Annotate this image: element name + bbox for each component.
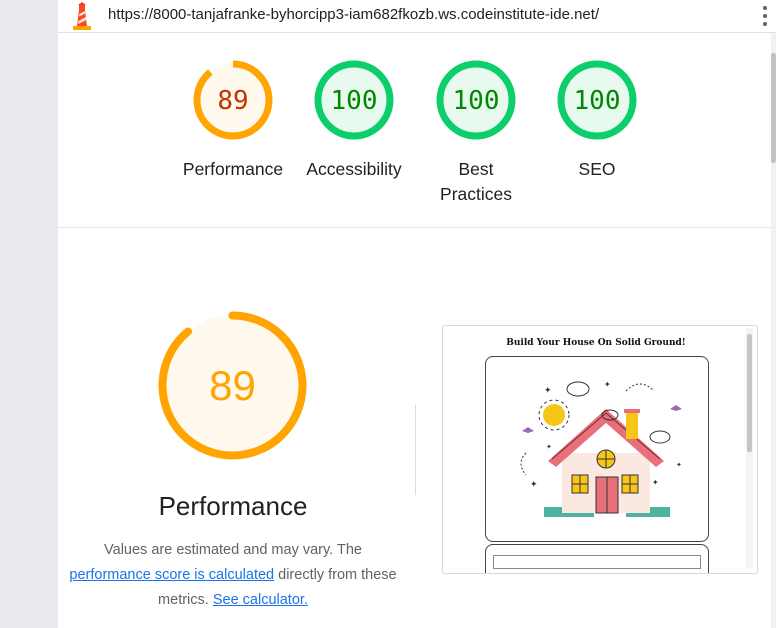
left-gutter [0, 0, 58, 628]
svg-text:✦: ✦ [604, 380, 611, 389]
gauges-row: 89 Performance 100 Accessibility 100 Bes… [58, 33, 774, 228]
report-topbar: https://8000-tanjafranke-byhorcipp3-iam6… [58, 0, 776, 33]
desc-text-3: metrics. [158, 592, 209, 608]
screenshot-card-2 [485, 544, 709, 573]
gauge-label: Performance [182, 159, 284, 179]
report-panel: 89 Performance 100 Accessibility 100 Bes… [58, 33, 775, 628]
svg-text:✦: ✦ [546, 443, 552, 451]
page-scrollbar[interactable] [771, 33, 776, 628]
gauge-ring: 100 [314, 60, 394, 140]
see-calculator-link[interactable]: See calculator. [213, 592, 308, 608]
screenshot-scrollbar[interactable] [746, 328, 753, 568]
svg-text:✦: ✦ [676, 461, 682, 469]
page-screenshot[interactable]: Build Your House On Solid Ground! ✦ ✦ ✦ … [442, 325, 758, 574]
gauge-ring: 89 [193, 60, 273, 140]
report-url[interactable]: https://8000-tanjafranke-byhorcipp3-iam6… [108, 6, 599, 23]
gauge-label: Best Practices [440, 159, 512, 204]
svg-text:✦: ✦ [652, 478, 659, 487]
lighthouse-logo-icon [73, 2, 91, 30]
performance-description: Values are estimated and may vary. The p… [58, 538, 408, 613]
screenshot-title: Build Your House On Solid Ground! [506, 338, 686, 348]
gauge-accessibility[interactable]: 100 Accessibility [294, 59, 414, 182]
performance-score-large: 89 [209, 362, 256, 409]
more-vert-icon[interactable] [760, 4, 770, 28]
vertical-divider [415, 405, 416, 495]
gauge-score: 89 [217, 86, 248, 116]
gauge-ring: 100 [557, 60, 637, 140]
score-calculated-link[interactable]: performance score is calculated [69, 567, 274, 583]
screenshot-card: ✦ ✦ ✦ ✦ ✦ ✦ [485, 356, 709, 542]
gauge-ring: 100 [436, 60, 516, 140]
performance-title: Performance [158, 491, 308, 521]
house-illustration-icon: ✦ ✦ ✦ ✦ ✦ ✦ [520, 380, 682, 517]
gauge-score: 100 [331, 86, 378, 116]
gauge-score: 100 [574, 86, 621, 116]
performance-gauge-large: 89 [158, 311, 307, 460]
gauge-label: SEO [578, 159, 616, 179]
svg-text:✦: ✦ [544, 385, 552, 395]
gauge-score: 100 [453, 86, 500, 116]
gauge-label: Accessibility [306, 159, 402, 179]
svg-text:✦: ✦ [530, 479, 538, 489]
gauge-best-practices[interactable]: 100 Best Practices [416, 59, 536, 207]
desc-text-2: directly from these [278, 567, 397, 583]
gauge-seo[interactable]: 100 SEO [537, 59, 657, 182]
gauge-performance[interactable]: 89 Performance [173, 59, 293, 182]
desc-text-1: Values are estimated and may vary. The [104, 542, 362, 558]
